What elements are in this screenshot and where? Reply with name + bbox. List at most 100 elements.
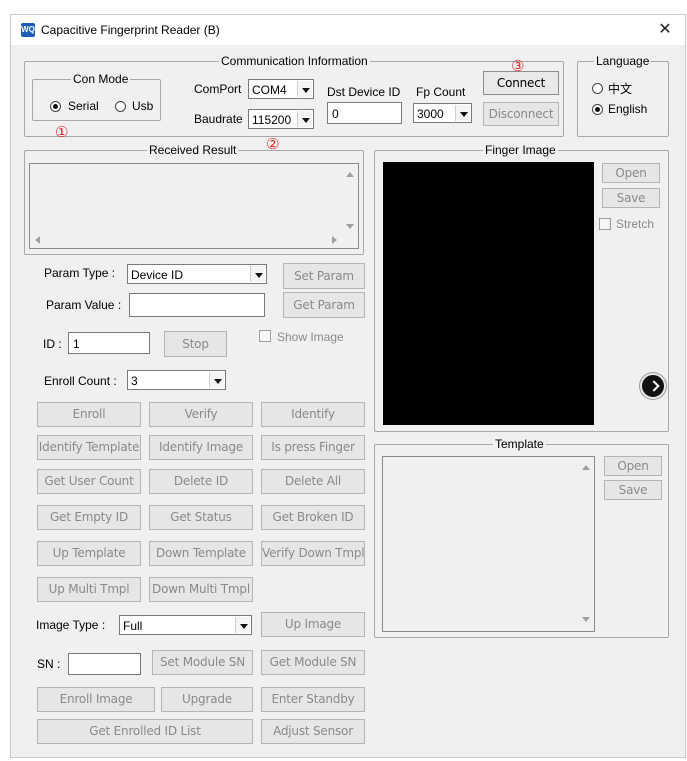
verify-down-tmpl-button[interactable]: Verify Down Tmpl [261, 541, 365, 566]
finger-open-button[interactable]: Open [602, 163, 660, 183]
usb-label: Usb [132, 99, 154, 113]
template-box[interactable] [382, 456, 595, 632]
comport-value: COM4 [252, 83, 287, 97]
window-title: Capacitive Fingerprint Reader (B) [41, 23, 220, 37]
identify-template-button[interactable]: Identify Template [37, 435, 141, 460]
id-label: ID : [43, 337, 62, 351]
dst-device-id-input[interactable]: 0 [327, 102, 402, 124]
scroll-up-icon[interactable] [346, 172, 354, 177]
image-type-select[interactable]: Full [119, 615, 252, 635]
app-window: WQ Capacitive Fingerprint Reader (B) ✕ C… [10, 14, 686, 758]
baudrate-label: Baudrate [194, 112, 243, 126]
chinese-label: 中文 [608, 82, 633, 96]
up-multi-tmpl-button[interactable]: Up Multi Tmpl [37, 577, 141, 602]
enroll-button[interactable]: Enroll [37, 402, 141, 427]
received-result-box[interactable] [29, 163, 359, 249]
param-value-input[interactable] [129, 293, 265, 317]
wq-app-icon: WQ [21, 23, 35, 37]
disconnect-button[interactable]: Disconnect [483, 102, 559, 126]
scroll-right-icon[interactable] [332, 236, 337, 244]
template-open-button[interactable]: Open [604, 456, 662, 476]
finger-image-display [383, 162, 594, 425]
title-bar: WQ Capacitive Fingerprint Reader (B) ✕ [11, 15, 685, 45]
verify-button[interactable]: Verify [149, 402, 253, 427]
get-enrolled-id-list-button[interactable]: Get Enrolled ID List [37, 719, 253, 744]
get-user-count-button[interactable]: Get User Count [37, 469, 141, 494]
enter-standby-button[interactable]: Enter Standby [261, 687, 365, 712]
chevron-down-icon [297, 81, 312, 97]
param-type-select[interactable]: Device ID [127, 264, 267, 284]
con-mode-legend: Con Mode [71, 72, 131, 86]
scroll-left-icon[interactable] [35, 236, 40, 244]
image-type-value: Full [123, 619, 143, 633]
finger-image-group: Finger Image Open Save Stretch [374, 143, 669, 432]
scroll-down-icon[interactable] [582, 617, 590, 622]
image-type-label: Image Type : [36, 618, 106, 632]
get-broken-id-button[interactable]: Get Broken ID [261, 505, 365, 530]
serial-label: Serial [68, 99, 99, 113]
scroll-down-icon[interactable] [346, 224, 354, 229]
con-mode-group: Con Mode Serial Usb [32, 72, 161, 121]
template-group: Template Open Save [374, 437, 669, 638]
down-multi-tmpl-button[interactable]: Down Multi Tmpl [149, 577, 253, 602]
vertical-scrollbar[interactable] [578, 457, 594, 631]
baudrate-select[interactable]: 115200 [248, 109, 314, 129]
get-empty-id-button[interactable]: Get Empty ID [37, 505, 141, 530]
marker-3: ③ [511, 58, 525, 75]
english-radio[interactable] [592, 104, 603, 115]
template-save-button[interactable]: Save [604, 480, 662, 500]
enroll-count-select[interactable]: 3 [127, 370, 226, 390]
is-press-finger-button[interactable]: Is press Finger [261, 435, 365, 460]
down-template-button[interactable]: Down Template [149, 541, 253, 566]
close-icon[interactable]: ✕ [653, 19, 677, 41]
delete-id-button[interactable]: Delete ID [149, 469, 253, 494]
sn-input[interactable] [68, 653, 141, 675]
param-type-value: Device ID [131, 268, 184, 282]
chevron-down-icon [297, 111, 312, 127]
english-label: English [608, 102, 648, 116]
baudrate-value: 115200 [252, 113, 292, 127]
stop-button[interactable]: Stop [164, 331, 227, 357]
up-image-button[interactable]: Up Image [261, 612, 365, 637]
fp-count-value: 3000 [417, 107, 444, 121]
finger-save-button[interactable]: Save [602, 188, 660, 208]
show-image-checkbox[interactable] [259, 330, 271, 342]
chevron-right-icon[interactable] [640, 373, 666, 399]
identify-button[interactable]: Identify [261, 402, 365, 427]
upgrade-button[interactable]: Upgrade [161, 687, 253, 712]
identify-image-button[interactable]: Identify Image [149, 435, 253, 460]
finger-image-legend: Finger Image [483, 143, 558, 157]
chevron-down-icon [235, 617, 250, 633]
set-module-sn-button[interactable]: Set Module SN [152, 650, 253, 675]
chinese-radio[interactable] [592, 83, 603, 94]
param-value-label: Param Value : [46, 298, 122, 312]
stretch-label: Stretch [616, 217, 655, 231]
communication-legend: Communication Information [219, 54, 370, 68]
enroll-image-button[interactable]: Enroll Image [37, 687, 155, 712]
communication-group: Communication Information Con Mode Seria… [24, 54, 564, 137]
comport-select[interactable]: COM4 [248, 79, 314, 99]
set-param-button[interactable]: Set Param [283, 263, 365, 289]
dst-device-id-label: Dst Device ID [327, 85, 401, 99]
template-legend: Template [493, 437, 546, 451]
show-image-label: Show Image [277, 330, 344, 344]
delete-all-button[interactable]: Delete All [261, 469, 365, 494]
up-template-button[interactable]: Up Template [37, 541, 141, 566]
language-legend: Language [594, 54, 652, 68]
dst-device-id-value: 0 [332, 107, 339, 121]
usb-radio[interactable] [115, 101, 126, 112]
param-type-label: Param Type : [44, 266, 116, 280]
chevron-down-icon [455, 105, 470, 121]
stretch-checkbox[interactable] [599, 218, 611, 230]
chevron-down-icon [209, 372, 224, 388]
scroll-up-icon[interactable] [582, 465, 590, 470]
get-module-sn-button[interactable]: Get Module SN [261, 650, 365, 675]
get-status-button[interactable]: Get Status [149, 505, 253, 530]
serial-radio[interactable] [50, 101, 61, 112]
adjust-sensor-button[interactable]: Adjust Sensor [261, 719, 365, 744]
fp-count-label: Fp Count [416, 85, 466, 99]
horizontal-scrollbar[interactable] [30, 232, 358, 248]
get-param-button[interactable]: Get Param [283, 292, 365, 318]
id-input[interactable]: 1 [68, 332, 150, 354]
fp-count-select[interactable]: 3000 [413, 103, 472, 123]
